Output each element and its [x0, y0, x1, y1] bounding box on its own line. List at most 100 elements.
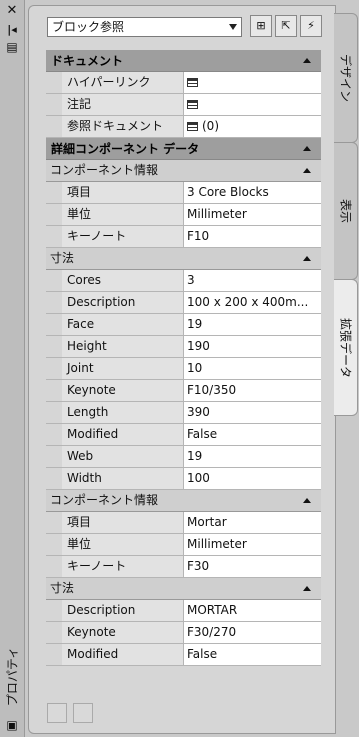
property-row[interactable]: 項目 3 Core Blocks [46, 182, 321, 204]
property-value[interactable]: 19 [184, 314, 321, 335]
property-name: Keynote [62, 622, 184, 643]
subsection-component-info[interactable]: コンポーネント情報 [46, 490, 321, 512]
chevron-down-icon [229, 24, 237, 30]
property-row[interactable]: 単位 Millimeter [46, 534, 321, 556]
property-row[interactable]: Web 19 [46, 446, 321, 468]
property-row[interactable]: Length 390 [46, 402, 321, 424]
palette-icon: ▣ [6, 718, 18, 732]
tab-design[interactable]: デザイン [334, 13, 358, 143]
property-value[interactable]: 100 x 200 x 400m... [184, 292, 321, 313]
property-name: 項目 [62, 182, 184, 203]
section-detail-component[interactable]: 詳細コンポーネント データ [46, 138, 321, 160]
property-row[interactable]: 単位 Millimeter [46, 204, 321, 226]
object-type-select[interactable]: ブロック参照 [47, 17, 242, 37]
section-documentation[interactable]: ドキュメント [46, 50, 321, 72]
tab-extended-data[interactable]: 拡張データ [334, 279, 358, 416]
property-value[interactable]: 3 [184, 270, 321, 291]
property-row[interactable]: キーノート F10 [46, 226, 321, 248]
property-name: Modified [62, 644, 184, 665]
collapse-icon[interactable] [303, 256, 311, 261]
property-value[interactable]: 19 [184, 446, 321, 467]
property-name: Keynote [62, 380, 184, 401]
property-value[interactable] [184, 72, 321, 93]
property-row[interactable]: Face 19 [46, 314, 321, 336]
property-name: Description [62, 292, 184, 313]
quick-select-icon[interactable]: ⚡ [300, 15, 322, 37]
hyperlink-icon [187, 78, 198, 87]
property-value[interactable]: 390 [184, 402, 321, 423]
property-row[interactable]: Modified False [46, 424, 321, 446]
property-row[interactable]: Description MORTAR [46, 600, 321, 622]
property-row[interactable]: Keynote F10/350 [46, 380, 321, 402]
subsection-dimensions[interactable]: 寸法 [46, 578, 321, 600]
select-objects-icon[interactable]: ⇱ [275, 15, 297, 37]
property-row[interactable]: Joint 10 [46, 358, 321, 380]
property-name: 単位 [62, 534, 184, 555]
property-value[interactable]: 190 [184, 336, 321, 357]
property-name: Face [62, 314, 184, 335]
subsection-dimensions-label: 寸法 [50, 581, 75, 595]
add-to-selection-icon[interactable]: ⊞ [250, 15, 272, 37]
property-value[interactable]: 100 [184, 468, 321, 489]
property-name: Length [62, 402, 184, 423]
property-row[interactable]: キーノート F30 [46, 556, 321, 578]
collapse-icon[interactable] [303, 168, 311, 173]
collapse-icon[interactable] [303, 58, 311, 63]
property-value[interactable]: F30/270 [184, 622, 321, 643]
property-row[interactable]: Width 100 [46, 468, 321, 490]
property-row[interactable]: Cores 3 [46, 270, 321, 292]
property-name: 項目 [62, 512, 184, 533]
property-row[interactable]: Height 190 [46, 336, 321, 358]
toolbar: ブロック参照 ⊞ ⇱ ⚡ [47, 15, 327, 41]
property-value[interactable]: F30 [184, 556, 321, 577]
collapse-icon[interactable] [303, 586, 311, 591]
documents-icon [187, 122, 198, 131]
properties-menu-icon[interactable]: ▤ [5, 40, 19, 54]
subsection-component-info-label: コンポーネント情報 [50, 493, 159, 507]
property-value[interactable]: False [184, 644, 321, 665]
object-type-select-value: ブロック参照 [52, 20, 125, 34]
property-name: Web [62, 446, 184, 467]
add-document-icon[interactable] [47, 703, 67, 723]
tab-display[interactable]: 表示 [334, 142, 358, 280]
collapse-icon[interactable] [303, 498, 311, 503]
property-name: 単位 [62, 204, 184, 225]
palette-title: プロパティ [5, 646, 20, 707]
palette-title-strip: ✕ |◂ ▤ プロパティ ▣ [0, 0, 25, 737]
property-row[interactable]: Description 100 x 200 x 400m... [46, 292, 321, 314]
property-name: キーノート [62, 226, 184, 247]
property-row[interactable]: ハイパーリンク [46, 72, 321, 94]
property-value[interactable] [184, 94, 321, 115]
bottom-toolbar [47, 703, 95, 726]
property-value[interactable]: F10 [184, 226, 321, 247]
property-value[interactable]: 3 Core Blocks [184, 182, 321, 203]
property-row[interactable]: Keynote F30/270 [46, 622, 321, 644]
notes-icon [187, 100, 198, 109]
property-value[interactable]: Millimeter [184, 534, 321, 555]
property-row[interactable]: Modified False [46, 644, 321, 666]
property-value[interactable]: F10/350 [184, 380, 321, 401]
collapse-icon[interactable] [303, 146, 311, 151]
close-icon[interactable]: ✕ [5, 4, 19, 18]
property-name: Modified [62, 424, 184, 445]
property-value[interactable]: (0) [184, 116, 321, 137]
property-row[interactable]: 注記 [46, 94, 321, 116]
property-name: Height [62, 336, 184, 357]
property-value[interactable]: MORTAR [184, 600, 321, 621]
subsection-component-info-label: コンポーネント情報 [50, 163, 159, 177]
property-value[interactable]: False [184, 424, 321, 445]
property-name: Cores [62, 270, 184, 291]
remove-document-icon[interactable] [72, 703, 93, 723]
property-name: Width [62, 468, 184, 489]
property-name: Description [62, 600, 184, 621]
subsection-component-info[interactable]: コンポーネント情報 [46, 160, 321, 182]
property-value[interactable]: Mortar [184, 512, 321, 533]
property-value[interactable]: Millimeter [184, 204, 321, 225]
subsection-dimensions-label: 寸法 [50, 251, 75, 265]
property-row[interactable]: 項目 Mortar [46, 512, 321, 534]
property-name: Joint [62, 358, 184, 379]
auto-hide-icon[interactable]: |◂ [5, 23, 19, 37]
property-value[interactable]: 10 [184, 358, 321, 379]
subsection-dimensions[interactable]: 寸法 [46, 248, 321, 270]
property-row[interactable]: 参照ドキュメント (0) [46, 116, 321, 138]
